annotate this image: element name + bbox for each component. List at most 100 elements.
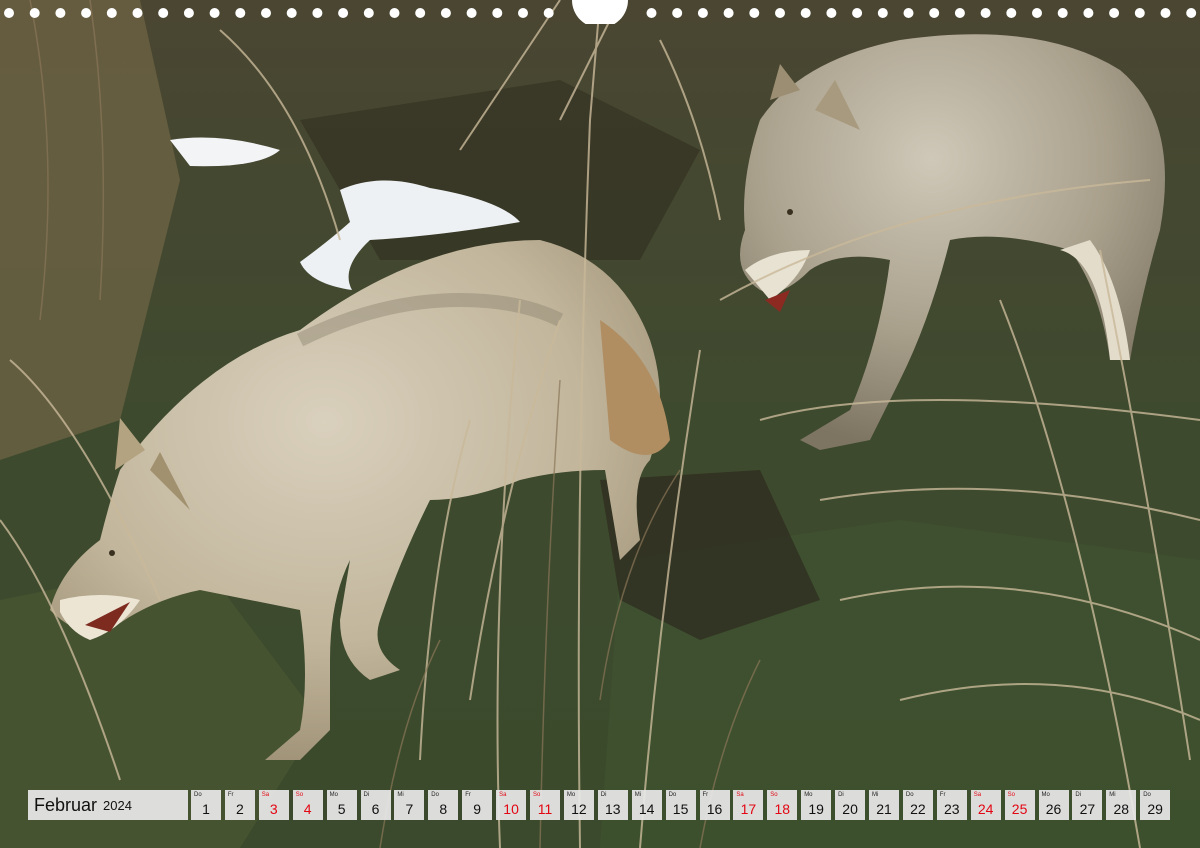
weekday-label: Fr bbox=[702, 792, 709, 798]
binding-hole bbox=[132, 8, 143, 18]
binding-hole bbox=[209, 8, 220, 18]
day-number: 29 bbox=[1147, 801, 1163, 817]
binding-hole bbox=[338, 8, 349, 18]
binding-hole bbox=[1160, 8, 1171, 18]
day-number: 20 bbox=[842, 801, 858, 817]
day-cell: Di 6 bbox=[360, 790, 391, 820]
binding-hole bbox=[183, 8, 194, 18]
day-cell: Mi 28 bbox=[1106, 790, 1137, 820]
binding-hole bbox=[55, 8, 66, 18]
binding-hole bbox=[1006, 8, 1017, 18]
binding-hole bbox=[775, 8, 785, 18]
month-name: Februar bbox=[34, 794, 98, 815]
binding-hole bbox=[235, 8, 246, 18]
day-number: 28 bbox=[1113, 801, 1130, 817]
day-cell: Mo 26 bbox=[1038, 790, 1069, 820]
binding-hole bbox=[929, 8, 940, 18]
binding-hole bbox=[1083, 8, 1094, 18]
weekday-label: Do bbox=[431, 792, 439, 798]
day-number: 19 bbox=[808, 801, 824, 817]
binding-hole bbox=[440, 8, 451, 18]
binding-hole bbox=[543, 8, 554, 18]
day-number: 15 bbox=[672, 801, 689, 817]
day-number: 6 bbox=[371, 801, 380, 817]
day-number: 24 bbox=[977, 801, 994, 817]
day-cell: Mo 12 bbox=[563, 790, 594, 820]
binding-hole bbox=[826, 8, 837, 18]
day-number: 26 bbox=[1045, 801, 1062, 817]
weekday-label: Do bbox=[194, 792, 202, 798]
binding-hole bbox=[1134, 8, 1145, 18]
hanger-notch bbox=[572, 0, 628, 24]
day-cell: Sa 17 bbox=[733, 790, 764, 820]
binding-hole bbox=[749, 8, 760, 18]
day-cell: Fr 16 bbox=[699, 790, 730, 820]
day-cell: Fr 9 bbox=[462, 790, 493, 820]
day-number: 2 bbox=[235, 801, 244, 817]
day-cell: Mo 5 bbox=[326, 790, 357, 820]
day-cell: So 25 bbox=[1004, 790, 1035, 820]
binding-hole bbox=[312, 8, 323, 18]
day-cell: Fr 2 bbox=[224, 790, 255, 820]
weekday-label: So bbox=[295, 792, 304, 798]
binding-hole bbox=[81, 8, 92, 18]
weekday-label: Do bbox=[905, 792, 914, 798]
day-cell: Mi 7 bbox=[394, 790, 425, 820]
weekday-label: Fr bbox=[465, 792, 471, 798]
day-cell: Mi 21 bbox=[869, 790, 899, 820]
binding-hole bbox=[980, 8, 991, 18]
day-number: 13 bbox=[605, 801, 621, 817]
weekday-label: Mo bbox=[566, 792, 576, 798]
binding-hole bbox=[1032, 8, 1042, 18]
day-cell: Do 22 bbox=[902, 790, 933, 820]
weekday-label: Sa bbox=[499, 792, 507, 798]
weekday-label: Di bbox=[1075, 792, 1082, 798]
weekday-label: So bbox=[533, 792, 541, 798]
binding-hole bbox=[1057, 8, 1068, 18]
binding-hole bbox=[106, 8, 117, 18]
day-number: 11 bbox=[537, 801, 553, 817]
day-cell: Do 8 bbox=[428, 790, 459, 820]
day-number: 10 bbox=[503, 801, 519, 817]
weekday-label: Mi bbox=[872, 792, 879, 798]
day-cell: Di 27 bbox=[1072, 790, 1103, 820]
binding-hole bbox=[723, 8, 734, 18]
day-number: 12 bbox=[571, 801, 587, 817]
binding-hole bbox=[852, 8, 863, 18]
day-cell: Sa 24 bbox=[970, 790, 1001, 820]
day-number: 5 bbox=[337, 801, 346, 817]
day-number: 22 bbox=[910, 801, 926, 817]
day-number: 1 bbox=[202, 801, 210, 817]
day-cell: Do 29 bbox=[1140, 790, 1171, 820]
weekday-label: Fr bbox=[939, 792, 946, 798]
weekday-label: Mi bbox=[397, 792, 404, 798]
day-number: 25 bbox=[1011, 801, 1028, 817]
binding-hole bbox=[697, 8, 708, 18]
weekday-label: Di bbox=[600, 792, 607, 798]
month-label: Februar 2024 bbox=[28, 790, 188, 820]
day-cell: Do 15 bbox=[665, 790, 696, 820]
binding-hole bbox=[1186, 8, 1197, 18]
weekday-label: Mi bbox=[634, 792, 642, 798]
day-cell: Do 1 bbox=[191, 790, 221, 820]
day-number: 18 bbox=[774, 801, 791, 817]
weekday-label: Sa bbox=[973, 792, 982, 798]
weekday-label: Sa bbox=[261, 792, 270, 798]
binding-hole bbox=[877, 8, 888, 18]
binding-hole bbox=[672, 8, 683, 18]
day-number: 16 bbox=[706, 801, 723, 817]
calendar-strip: Februar 2024 Do 1 Fr 2 Sa 3 So 4 Mo 5 Di 6 Mi 7 Do 8 Fr 9… bbox=[28, 790, 1173, 820]
binding-hole bbox=[466, 8, 477, 18]
binding-hole bbox=[261, 8, 271, 18]
weekday-label: Di bbox=[838, 792, 844, 798]
month-year: 2024 bbox=[103, 797, 132, 813]
weekday-label: Sa bbox=[736, 792, 744, 798]
day-cell: Fr 23 bbox=[936, 790, 967, 820]
weekday-label: Mo bbox=[1041, 792, 1050, 798]
binding-hole bbox=[800, 8, 811, 18]
binding-hole bbox=[646, 8, 657, 18]
weekday-label: Do bbox=[668, 792, 677, 798]
binding-hole bbox=[415, 8, 426, 18]
day-number: 7 bbox=[405, 801, 414, 817]
day-cell: So 11 bbox=[530, 790, 560, 820]
